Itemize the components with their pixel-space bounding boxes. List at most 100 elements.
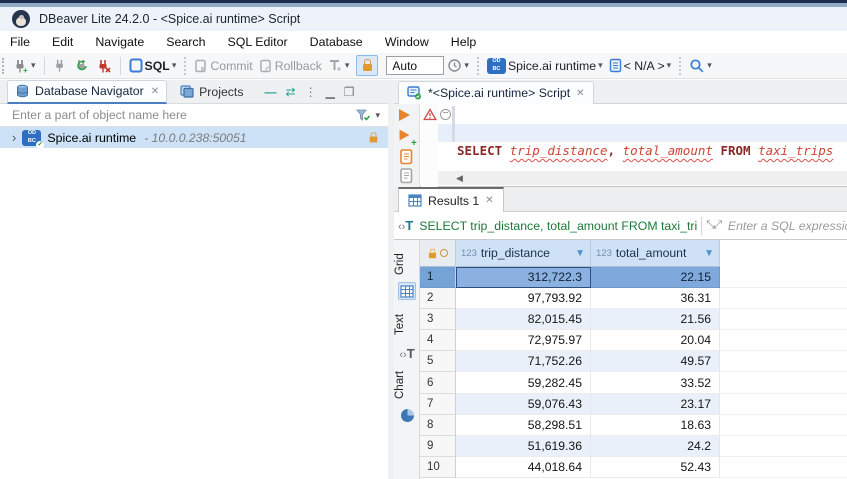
- text-view-icon[interactable]: ‹›T: [398, 344, 416, 362]
- cell-trip-distance[interactable]: 82,015.45: [456, 309, 591, 330]
- menu-help[interactable]: Help: [440, 35, 487, 49]
- sql-expression-input[interactable]: Enter a SQL expression to...: [728, 219, 847, 233]
- cell-total-amount[interactable]: 49.57: [591, 351, 720, 372]
- cell-total-amount[interactable]: 20.04: [591, 330, 720, 351]
- row-number-cell[interactable]: 5: [420, 351, 456, 372]
- row-number-cell[interactable]: 1: [420, 267, 456, 288]
- commit-mode-combo[interactable]: Auto: [386, 56, 444, 75]
- table-row[interactable]: 297,793.9236.31: [420, 288, 847, 309]
- tab-database-navigator[interactable]: Database Navigator ✕: [7, 80, 167, 104]
- view-tab-chart[interactable]: Chart: [394, 366, 420, 404]
- cell-trip-distance[interactable]: 72,975.97: [456, 330, 591, 351]
- commit-button[interactable]: Commit: [191, 57, 255, 75]
- cell-trip-distance[interactable]: 58,298.51: [456, 415, 591, 436]
- sort-desc-icon[interactable]: ▼: [704, 248, 714, 259]
- cell-total-amount[interactable]: 24.2: [591, 436, 720, 457]
- table-row[interactable]: 1312,722.322.15: [420, 267, 847, 288]
- cell-trip-distance[interactable]: 312,722.3: [456, 267, 591, 288]
- table-row[interactable]: 759,076.4323.17: [420, 394, 847, 415]
- cell-trip-distance[interactable]: 44,018.64: [456, 457, 591, 478]
- tab-projects[interactable]: Projects: [173, 80, 250, 104]
- menu-database[interactable]: Database: [299, 35, 374, 49]
- view-tab-text[interactable]: Text: [394, 308, 420, 340]
- row-number-cell[interactable]: 8: [420, 415, 456, 436]
- cell-total-amount[interactable]: 22.15: [591, 267, 720, 288]
- connection-tree-item[interactable]: › OD BC ✓ Spice.ai runtime - 10.0.0.238:…: [0, 127, 388, 148]
- maximize-view-icon[interactable]: ❒: [344, 85, 355, 99]
- cell-trip-distance[interactable]: 71,752.26: [456, 351, 591, 372]
- view-tab-grid[interactable]: Grid: [394, 248, 420, 280]
- close-icon[interactable]: ✕: [485, 195, 493, 206]
- cell-trip-distance[interactable]: 59,076.43: [456, 394, 591, 415]
- reconnect-button[interactable]: [71, 56, 93, 76]
- column-header-total-amount[interactable]: 123 total_amount ▼: [591, 240, 720, 267]
- fold-collapse-icon[interactable]: −: [440, 109, 451, 120]
- tab-results-1[interactable]: Results 1 ✕: [398, 187, 504, 212]
- row-number-cell[interactable]: 6: [420, 372, 456, 393]
- sql-editor-button[interactable]: SQL ▾: [126, 56, 180, 75]
- close-icon[interactable]: ✕: [576, 88, 584, 99]
- cell-trip-distance[interactable]: 51,619.36: [456, 436, 591, 457]
- row-number-cell[interactable]: 7: [420, 394, 456, 415]
- scroll-left-icon[interactable]: ◀: [456, 173, 463, 184]
- grid-corner-cell[interactable]: [420, 240, 456, 267]
- table-row[interactable]: 1044,018.6452.43: [420, 457, 847, 478]
- cell-trip-distance[interactable]: 97,793.92: [456, 288, 591, 309]
- cell-total-amount[interactable]: 36.31: [591, 288, 720, 309]
- cell-total-amount[interactable]: 33.52: [591, 372, 720, 393]
- divider: [701, 217, 702, 235]
- active-connection-selector[interactable]: OD BC Spice.ai runtime ▾: [484, 56, 606, 76]
- grid-view-icon[interactable]: [398, 282, 416, 300]
- cell-total-amount[interactable]: 23.17: [591, 394, 720, 415]
- active-database-selector[interactable]: < N/A > ▾: [606, 56, 675, 75]
- row-number-cell[interactable]: 2: [420, 288, 456, 309]
- cell-total-amount[interactable]: 21.56: [591, 309, 720, 330]
- table-row[interactable]: 571,752.2649.57: [420, 351, 847, 372]
- sort-desc-icon[interactable]: ▼: [575, 248, 585, 259]
- script-tools-button[interactable]: [399, 167, 414, 184]
- menu-navigate[interactable]: Navigate: [84, 35, 155, 49]
- execute-new-tab-button[interactable]: +: [399, 129, 410, 141]
- auto-commit-lock-toggle[interactable]: [356, 55, 378, 76]
- cell-trip-distance[interactable]: 59,282.45: [456, 372, 591, 393]
- minimize-view-icon[interactable]: ▁: [326, 85, 335, 99]
- disconnect-button[interactable]: [93, 56, 115, 76]
- collapse-all-icon[interactable]: —: [265, 85, 277, 99]
- link-editor-icon[interactable]: ⇄: [286, 85, 296, 99]
- menu-window[interactable]: Window: [374, 35, 440, 49]
- filter-funnel-icon[interactable]: [355, 108, 371, 122]
- cell-total-amount[interactable]: 18.63: [591, 415, 720, 436]
- menu-search[interactable]: Search: [155, 35, 216, 49]
- row-number-cell[interactable]: 10: [420, 457, 456, 478]
- table-row[interactable]: 382,015.4521.56: [420, 309, 847, 330]
- close-icon[interactable]: ✕: [151, 86, 159, 97]
- connect-button[interactable]: [50, 56, 71, 75]
- chart-view-icon[interactable]: [398, 406, 416, 424]
- editor-horizontal-scrollbar[interactable]: ◀: [438, 171, 847, 185]
- execute-script-button[interactable]: [399, 148, 414, 165]
- column-header-trip-distance[interactable]: 123 trip_distance ▼: [456, 240, 591, 267]
- menu-edit[interactable]: Edit: [41, 35, 84, 49]
- execute-statement-button[interactable]: [399, 109, 410, 121]
- table-row[interactable]: 858,298.5118.63: [420, 415, 847, 436]
- transaction-log-button[interactable]: ▾: [444, 56, 472, 75]
- row-number-cell[interactable]: 4: [420, 330, 456, 351]
- table-row[interactable]: 472,975.9720.04: [420, 330, 847, 351]
- table-row[interactable]: 951,619.3624.2: [420, 436, 847, 457]
- row-number-cell[interactable]: 3: [420, 309, 456, 330]
- expand-panel-icon[interactable]: ⤡⤢: [706, 219, 720, 232]
- transaction-mode-button[interactable]: ▾: [325, 56, 353, 75]
- chevron-down-icon[interactable]: ▾: [375, 111, 380, 120]
- menu-sql-editor[interactable]: SQL Editor: [217, 35, 299, 49]
- rollback-button[interactable]: Rollback: [256, 57, 325, 75]
- tab-sql-script[interactable]: *<Spice.ai runtime> Script ✕: [398, 81, 594, 104]
- object-filter-input[interactable]: Enter a part of object name here: [0, 108, 355, 122]
- new-connection-button[interactable]: + ▾: [10, 56, 39, 76]
- cell-total-amount[interactable]: 52.43: [591, 457, 720, 478]
- view-menu-icon[interactable]: ⋮: [305, 85, 317, 99]
- table-row[interactable]: 659,282.4533.52: [420, 372, 847, 393]
- search-button[interactable]: ▾: [686, 56, 715, 76]
- expand-chevron-icon[interactable]: ›: [12, 130, 16, 145]
- menu-file[interactable]: File: [0, 35, 41, 49]
- row-number-cell[interactable]: 9: [420, 436, 456, 457]
